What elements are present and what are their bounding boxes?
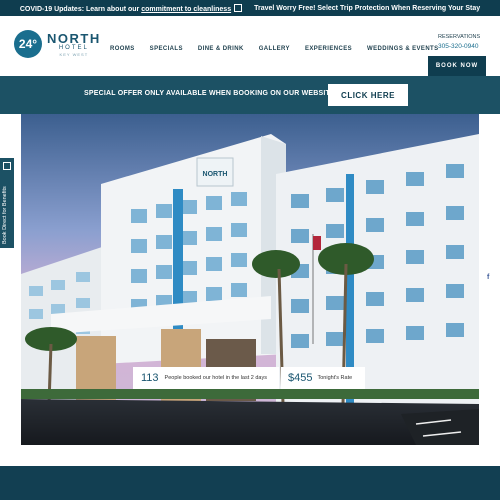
travel-notice: Travel Worry Free! Select Trip Protectio… bbox=[254, 4, 481, 12]
nav-item-weddings-events[interactable]: WEDDINGS & EVENTS bbox=[367, 46, 438, 52]
book-direct-tab[interactable]: Book Direct for Benefits bbox=[0, 158, 14, 248]
special-offer-banner: SPECIAL OFFER ONLY AVAILABLE WHEN BOOKIN… bbox=[0, 76, 500, 114]
reservations-label: RESERVATIONS bbox=[438, 34, 481, 40]
gift-icon bbox=[3, 162, 11, 170]
building-sign: NORTH bbox=[203, 171, 228, 178]
nav-item-specials[interactable]: SPECIALS bbox=[150, 46, 183, 52]
hotel-logo[interactable]: 24° NORTH HOTEL KEY WEST bbox=[14, 30, 101, 58]
external-link-icon bbox=[234, 4, 243, 12]
logo-name: NORTH bbox=[47, 30, 101, 46]
facebook-icon[interactable]: f bbox=[487, 274, 489, 281]
recent-bookings-label: People booked our hotel in the last 2 da… bbox=[164, 375, 267, 381]
main-nav: ROOMS SPECIALS DINE & DRINK GALLERY EXPE… bbox=[110, 46, 439, 52]
nav-item-rooms[interactable]: ROOMS bbox=[110, 46, 135, 52]
logo-location: KEY WEST bbox=[59, 51, 89, 57]
hotel-photo: NORTH bbox=[21, 114, 479, 445]
book-direct-label: Book Direct for Benefits bbox=[2, 186, 8, 244]
reservations-info: RESERVATIONS 305-320-0940 bbox=[438, 34, 480, 51]
covid-notice: COVID-19 Updates: Learn about our commit… bbox=[19, 3, 243, 13]
click-here-button[interactable]: CLICK HERE bbox=[328, 84, 408, 106]
reservations-phone[interactable]: 305-320-0940 bbox=[438, 42, 480, 51]
recent-bookings-count: 113 bbox=[141, 372, 159, 384]
logo-badge: 24° bbox=[14, 30, 42, 58]
nav-item-dine-drink[interactable]: DINE & DRINK bbox=[198, 46, 244, 52]
recent-bookings-stat: 113 People booked our hotel in the last … bbox=[133, 367, 279, 389]
hero-image: NORTH bbox=[21, 114, 479, 445]
cleanliness-link[interactable]: commitment to cleanliness bbox=[141, 6, 231, 13]
nav-item-gallery[interactable]: GALLERY bbox=[259, 46, 290, 52]
tonights-rate-label: Tonight's Rate bbox=[317, 375, 353, 381]
offer-text: SPECIAL OFFER ONLY AVAILABLE WHEN BOOKIN… bbox=[84, 90, 338, 97]
tonights-rate-stat: $455 Tonight's Rate bbox=[281, 367, 365, 389]
tonights-rate-value: $455 bbox=[288, 372, 313, 384]
book-now-button[interactable]: BOOK NOW bbox=[428, 56, 486, 76]
top-announcement-bar: COVID-19 Updates: Learn about our commit… bbox=[0, 0, 500, 16]
booking-stats: 113 People booked our hotel in the last … bbox=[133, 367, 365, 389]
nav-item-experiences[interactable]: EXPERIENCES bbox=[305, 46, 352, 52]
logo-wordmark: NORTH HOTEL KEY WEST bbox=[47, 32, 101, 57]
site-header: 24° NORTH HOTEL KEY WEST ROOMS SPECIALS … bbox=[0, 16, 500, 76]
covid-prefix: COVID-19 Updates: Learn about our bbox=[19, 6, 140, 13]
footer-band bbox=[0, 466, 500, 500]
